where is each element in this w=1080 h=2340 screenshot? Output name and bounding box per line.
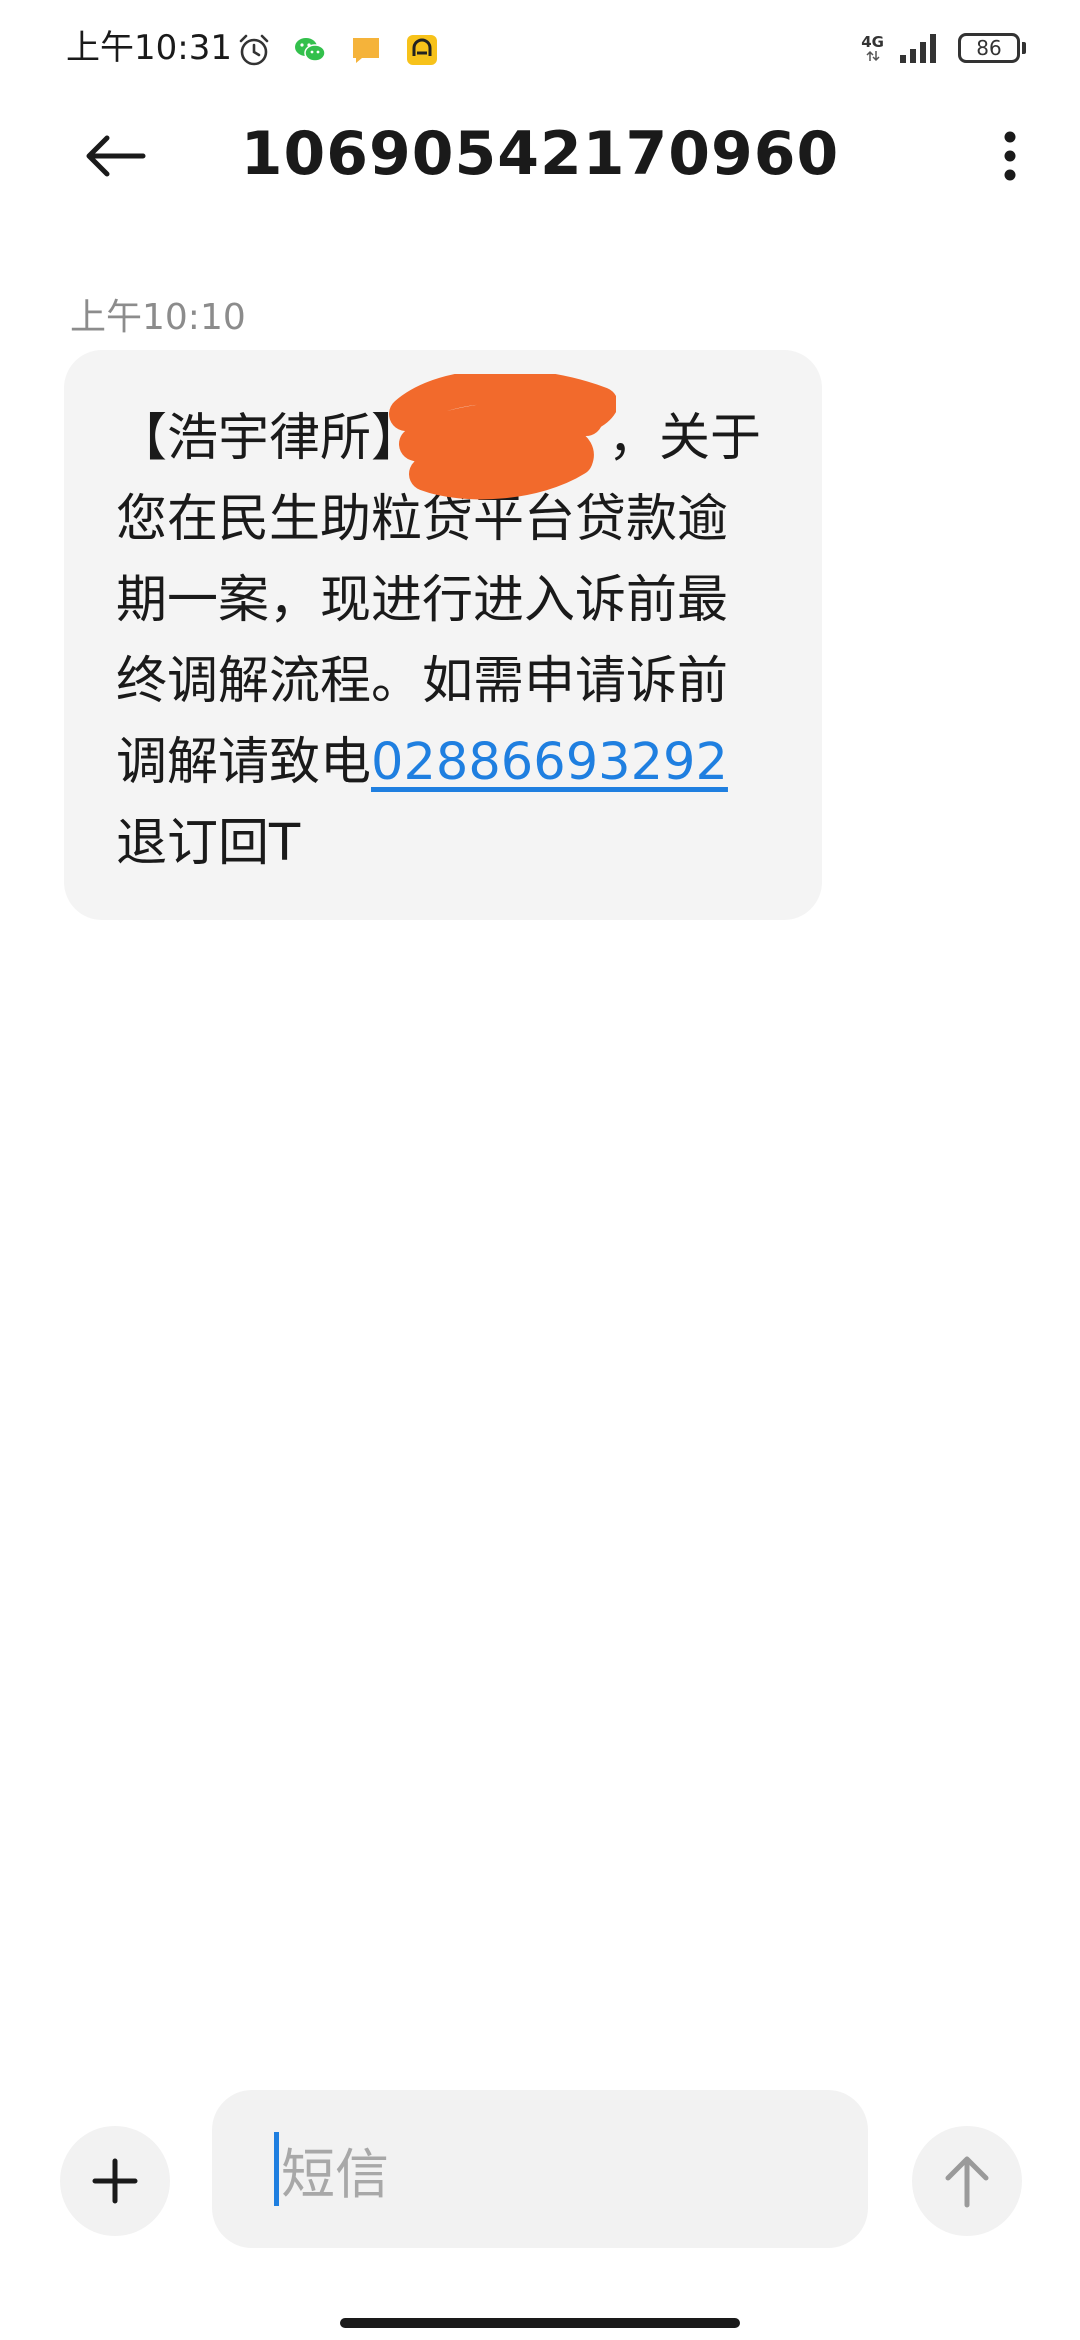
redaction-scribble [389,374,616,500]
phone-number-link[interactable]: 02886693292 [371,733,728,792]
notification-icon [353,38,379,63]
status-icons-left [236,30,440,70]
add-attachment-button[interactable] [60,2126,170,2236]
back-arrow-icon [86,135,146,177]
send-button[interactable] [912,2126,1022,2236]
app-notification-icon [407,35,437,65]
more-vertical-icon [1004,131,1016,181]
plus-icon [92,2158,138,2204]
message-bubble[interactable]: 【浩宇律所】 ，关于您在民生助粒贷平台贷款逾期一案，现进行进入诉前最终调解流程。如… [64,350,822,920]
signal-icon [900,34,936,63]
text-caret [274,2132,279,2206]
more-options-button[interactable] [980,126,1040,186]
send-arrow-icon [945,2156,989,2208]
message-timestamp: 上午10:10 [70,297,246,338]
alarm-icon [239,34,269,66]
unsubscribe-text: 退订回T [116,814,301,873]
message-sender-tag: 【浩宇律所】 [116,409,423,468]
status-bar: 上午10:31 4G 86 [0,0,1080,96]
status-icons-right: 4G 86 [861,28,1026,68]
network-indicator: 4G [861,32,884,62]
data-arrows-icon [866,50,880,61]
network-type: 4G [861,32,884,51]
sms-conversation-screen: 上午10:31 4G 86 10690542170960 上午10:10 【浩宇… [0,0,1080,2340]
home-indicator[interactable] [340,2318,740,2328]
conversation-header: 10690542170960 [0,100,1080,210]
battery-icon: 86 [958,33,1026,63]
status-time: 上午10:31 [66,28,232,68]
battery-tip [1022,42,1026,54]
wechat-icon [295,38,326,62]
battery-level: 86 [958,33,1020,63]
sender-number: 10690542170960 [240,119,840,189]
sms-input[interactable]: 短信 [212,2090,868,2248]
input-placeholder: 短信 [281,2142,389,2206]
back-button[interactable] [78,128,152,184]
